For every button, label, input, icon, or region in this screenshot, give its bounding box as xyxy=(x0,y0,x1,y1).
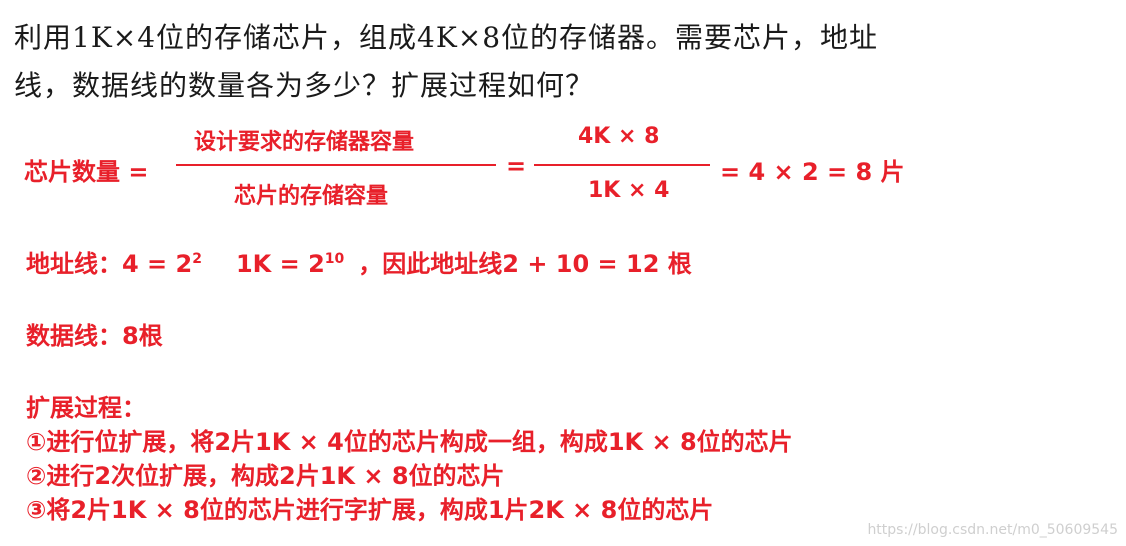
expansion-title: 扩展过程： xyxy=(26,394,146,422)
fraction-line-2 xyxy=(534,164,710,166)
address-part-3: ，因此地址线2 + 10 = 12 根 xyxy=(358,250,692,278)
address-lines: 地址线：4 = 22 1K = 210 ，因此地址线2 + 10 = 12 根 xyxy=(26,244,692,279)
formula-lhs: 芯片数量 = xyxy=(24,158,149,186)
address-part-2: 1K = 2 xyxy=(235,250,325,278)
expansion-step-1: ①进行位扩展，将2片1K × 4位的芯片构成一组，构成1K × 8位的芯片 xyxy=(26,428,793,456)
formula-result: = 4 × 2 = 8 片 xyxy=(720,158,905,186)
data-lines: 数据线：8根 xyxy=(26,322,163,350)
question-line-2: 线，数据线的数量各为多少？扩展过程如何？ xyxy=(14,69,595,102)
address-part-1: 地址线：4 = 2 xyxy=(26,250,193,278)
fraction-line-1 xyxy=(176,164,496,166)
formula-equals-1: = xyxy=(506,152,527,180)
formula-numerator-1: 设计要求的存储器容量 xyxy=(194,130,415,155)
address-exponent-2: 10 xyxy=(324,251,345,267)
expansion-step-3: ③将2片1K × 8位的芯片进行字扩展，构成1片2K × 8位的芯片 xyxy=(26,496,714,524)
formula-numerator-2: 4K × 8 xyxy=(578,124,660,149)
question-line-1: 利用1K×4位的存储芯片，组成4K×8位的存储器。需要芯片，地址 xyxy=(14,21,879,54)
question-text: 利用1K×4位的存储芯片，组成4K×8位的存储器。需要芯片，地址 线，数据线的数… xyxy=(14,14,1104,110)
watermark-text: https://blog.csdn.net/m0_50609545 xyxy=(867,522,1118,538)
formula-denominator-1: 芯片的存储容量 xyxy=(234,184,389,209)
address-exponent-1: 2 xyxy=(192,251,202,267)
expansion-step-2: ②进行2次位扩展，构成2片1K × 8位的芯片 xyxy=(26,462,505,490)
formula-denominator-2: 1K × 4 xyxy=(588,178,670,203)
